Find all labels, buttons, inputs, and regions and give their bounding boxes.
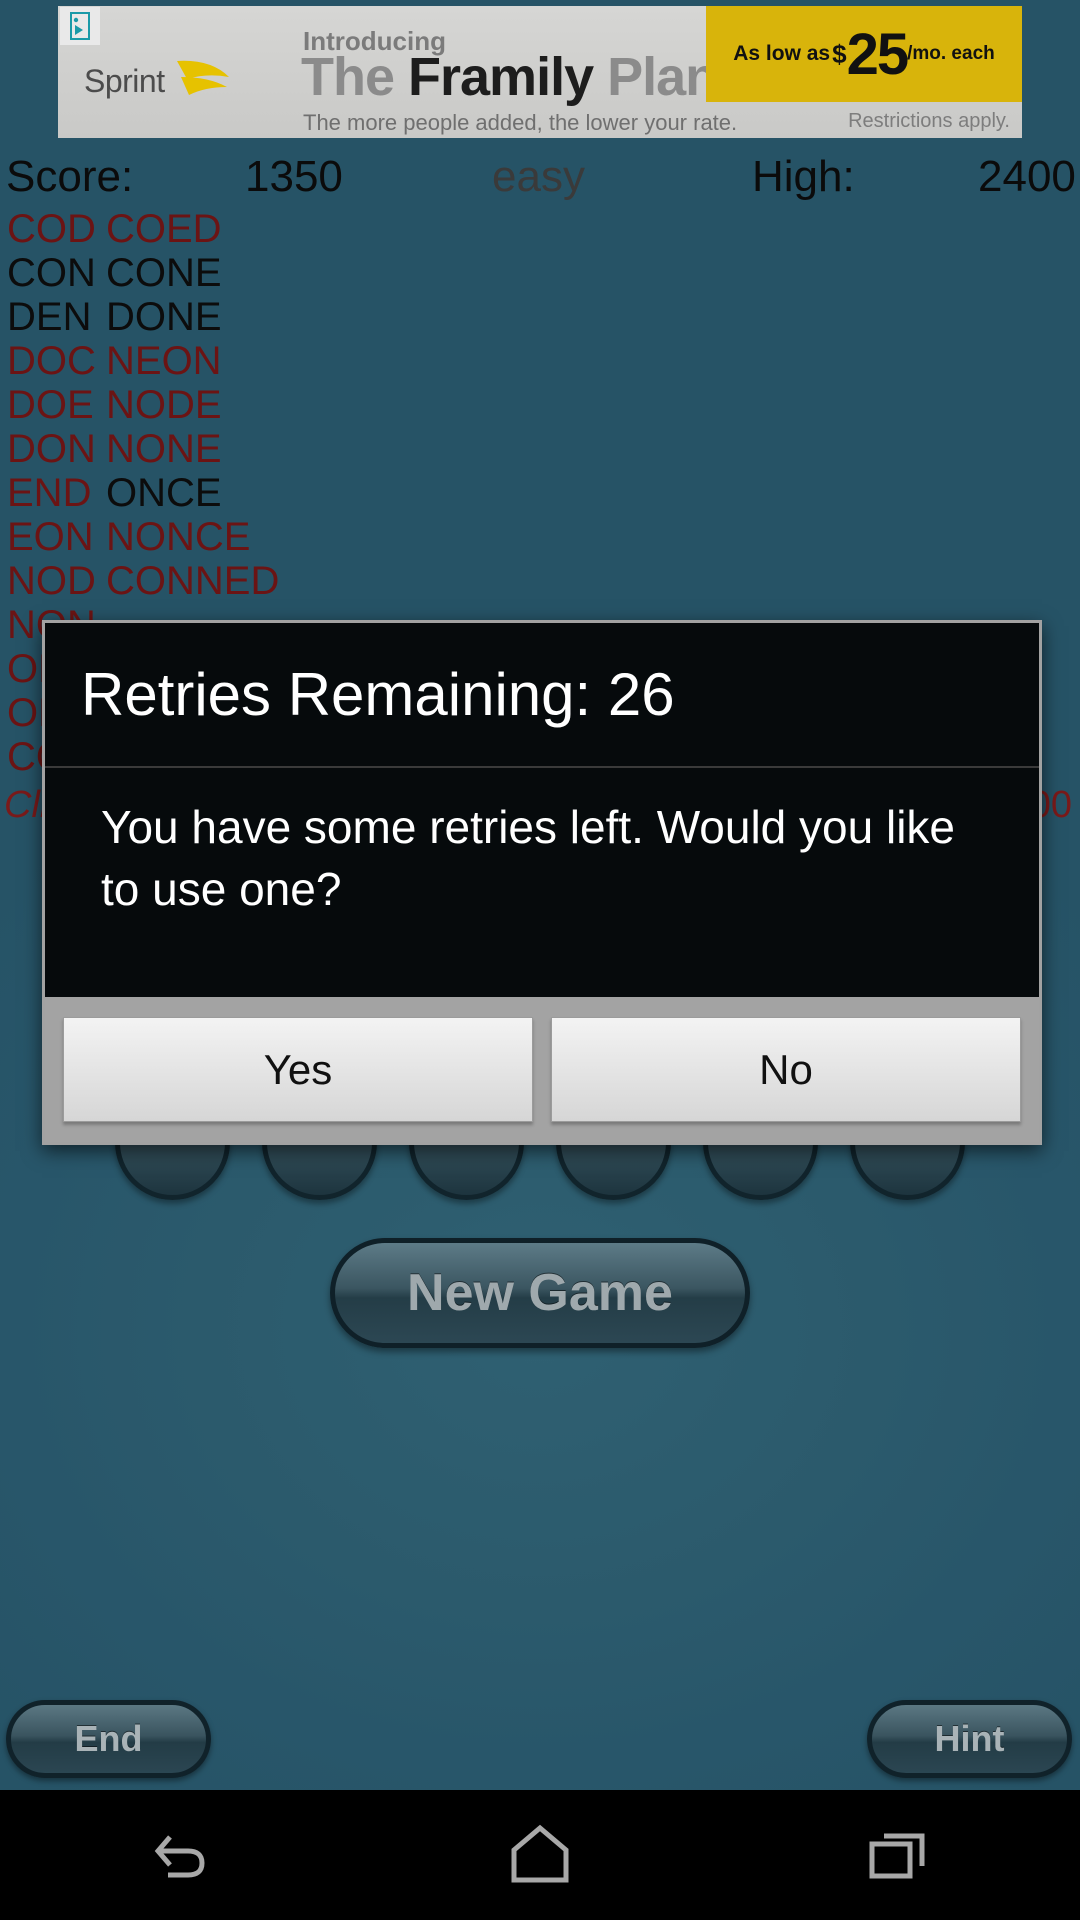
game-screen: Sprint Introducing The Framily Plan The … [0,0,1080,1790]
ad-price-currency: $ [832,38,847,69]
word-entry[interactable]: COED [106,207,222,252]
new-game-button[interactable]: New Game [330,1238,750,1348]
sprint-pinwheel-icon [171,53,233,110]
adchoices-icon[interactable] [60,7,100,45]
hint-button[interactable]: Hint [867,1700,1072,1778]
ad-price-amount: 25 [846,21,909,87]
ad-restrictions: Restrictions apply. [848,110,1010,132]
back-icon[interactable] [70,1790,290,1920]
dialog-message: You have some retries left. Would you li… [101,801,956,915]
word-entry[interactable]: DEN [7,295,91,340]
dialog-title: Retries Remaining: 26 [45,623,1039,768]
dialog-yes-button[interactable]: Yes [63,1017,533,1122]
word-row: EON NONCE [0,515,640,559]
ad-headline-part1: The [301,47,409,107]
score-label: Score: [6,152,134,201]
word-entry[interactable]: ONCE [106,471,222,516]
word-entry[interactable]: CONNED [106,559,279,604]
ad-price-prefix: As low as [733,42,831,65]
word-entry[interactable]: NOD [7,559,96,604]
ad-headline-part2: Plan [593,47,718,107]
word-row: DOC NEON [0,339,640,383]
ad-headline-emphasis: Framily [408,47,594,107]
word-entry[interactable]: CONE [106,251,222,296]
ad-price-badge: As low as $ 25 /mo. each [706,6,1022,102]
word-row: DON NONE [0,427,640,471]
word-entry[interactable]: DOC [7,339,96,384]
word-entry[interactable]: CON [7,251,96,296]
high-label: High: [752,152,855,201]
word-entry[interactable]: DON [7,427,96,472]
word-row: DOE NODE [0,383,640,427]
word-row: CON CONE [0,251,640,295]
home-icon[interactable] [430,1790,650,1920]
word-entry[interactable]: NEON [106,339,222,384]
word-row: COD COED [0,207,640,251]
end-button[interactable]: End [6,1700,211,1778]
word-entry[interactable]: NONCE [106,515,250,560]
word-entry[interactable]: END [7,471,91,516]
retries-dialog: Retries Remaining: 26 You have some retr… [42,620,1042,1145]
ad-subline: The more people added, the lower your ra… [303,110,738,135]
high-value: 2400 [978,152,1076,201]
recents-icon[interactable] [790,1790,1010,1920]
ad-price-period: /mo. each [907,43,995,64]
word-row: NOD CONNED [0,559,640,603]
word-entry[interactable]: NONE [106,427,222,472]
difficulty-label: easy [492,152,585,201]
ad-brand-label: Sprint [84,62,165,99]
score-value: 1350 [245,152,343,201]
word-row: END ONCE [0,471,640,515]
word-entry[interactable]: COD [7,207,96,252]
word-entry[interactable]: NODE [106,383,222,428]
word-entry[interactable]: DOE [7,383,94,428]
word-row: DEN DONE [0,295,640,339]
dialog-button-bar: Yes No [45,997,1039,1142]
ad-brand: Sprint [84,50,299,112]
android-navigation-bar [0,1790,1080,1920]
ad-banner[interactable]: Sprint Introducing The Framily Plan The … [58,6,1022,138]
ad-headline: The Framily Plan [301,47,718,107]
word-entry[interactable]: EON [7,515,94,560]
score-row: Score: 1350 easy High: 2400 [0,152,1080,201]
adchoices-glyph [70,12,90,40]
dialog-no-button[interactable]: No [551,1017,1021,1122]
word-entry[interactable]: DONE [106,295,222,340]
